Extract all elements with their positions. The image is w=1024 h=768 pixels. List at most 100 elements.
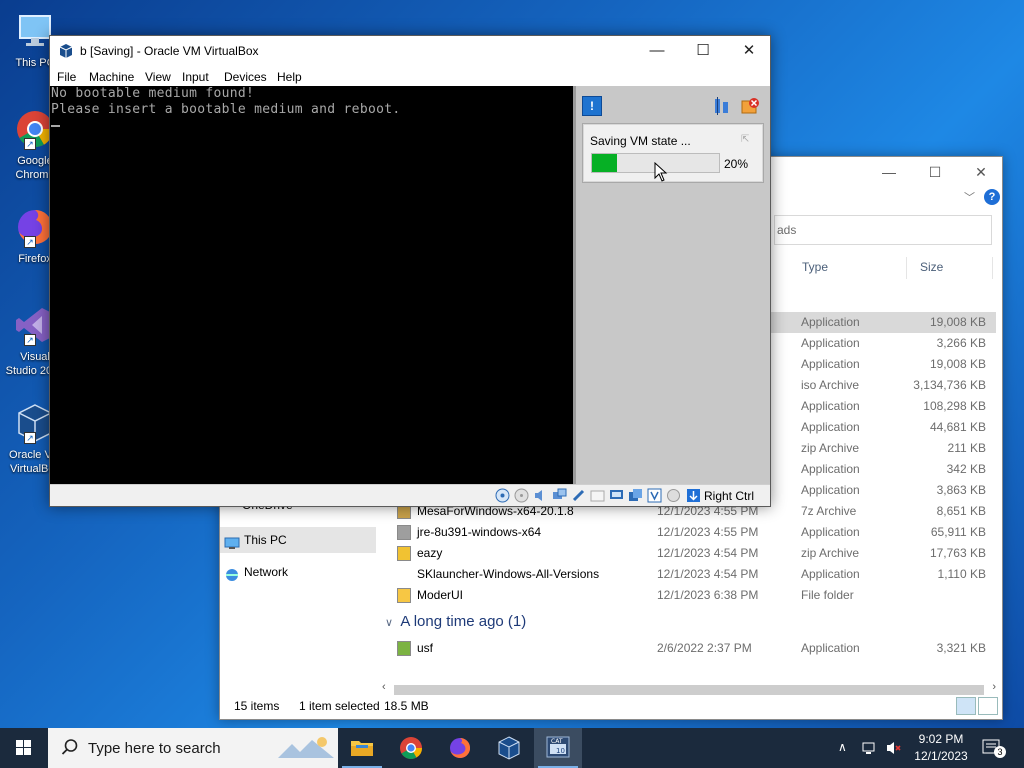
nav-item-label: This PC <box>244 533 287 547</box>
progress-notification: Saving VM state ... ⇱ 20% <box>582 123 764 183</box>
vm-display[interactable]: No bootable medium found! Please insert … <box>50 86 573 484</box>
mouse-integration-icon[interactable] <box>666 488 681 503</box>
console-line: No bootable medium found! <box>51 86 255 101</box>
search-icon <box>61 738 79 759</box>
window-title: b [Saving] - Oracle VM VirtualBox <box>80 44 259 58</box>
vm-titlebar[interactable]: b [Saving] - Oracle VM VirtualBox — ☐ ✕ <box>50 36 770 66</box>
details-view-icon[interactable] <box>956 697 976 715</box>
cell-type: Application <box>801 567 860 581</box>
folder-icon <box>397 588 411 603</box>
nav-item-label: Network <box>244 565 289 579</box>
cell-size: 19,008 KB <box>929 315 986 329</box>
svg-text:10: 10 <box>556 747 565 755</box>
menu-input[interactable]: Input <box>182 70 209 84</box>
close-button[interactable]: ✕ <box>726 36 772 66</box>
cell-size: 65,911 KB <box>930 525 986 539</box>
action-center-icon[interactable]: 3 <box>982 738 1006 758</box>
taskbar-virtualbox-vm[interactable]: CAT 10 <box>534 728 582 768</box>
virtualization-icon[interactable] <box>647 488 662 503</box>
search-input[interactable]: ads <box>774 215 992 245</box>
cell-date: 2/6/2022 2:37 PM <box>657 641 752 655</box>
cell-name: eazy <box>417 546 443 560</box>
column-headers: Type Size <box>790 257 1002 279</box>
system-clock[interactable]: 9:02 PM 12/1/2023 <box>910 731 972 765</box>
status-bar: 15 items 1 item selected 18.5 MB <box>220 693 1002 719</box>
column-divider[interactable] <box>992 257 993 279</box>
menu-file[interactable]: File <box>57 70 76 84</box>
column-header-size[interactable]: Size <box>920 260 943 274</box>
taskbar-chrome[interactable] <box>387 728 435 768</box>
scroll-right-icon[interactable]: › <box>992 681 996 693</box>
audio-icon[interactable] <box>533 488 548 503</box>
maximize-button[interactable]: ☐ <box>912 157 958 187</box>
taskbar-search-box[interactable]: Type here to search <box>48 728 338 768</box>
maximize-button[interactable]: ☐ <box>680 36 726 66</box>
group-header[interactable]: ∨ A long time ago (1) <box>385 613 526 630</box>
notification-toggle-icon[interactable]: ! <box>582 96 602 116</box>
cell-type: zip Archive <box>801 441 860 455</box>
cell-date: 12/1/2023 4:55 PM <box>657 525 759 539</box>
cell-type: Application <box>801 525 860 539</box>
minimize-button[interactable]: — <box>634 36 680 66</box>
nav-item-this-pc[interactable]: This PC <box>220 527 376 553</box>
minimize-button[interactable]: — <box>866 157 912 187</box>
keyboard-capture-icon[interactable] <box>686 488 701 503</box>
progress-percent: 20% <box>724 157 749 171</box>
sort-icon[interactable] <box>712 96 732 116</box>
usb-icon[interactable] <box>571 488 586 503</box>
zip-icon <box>397 546 411 561</box>
chevron-down-icon[interactable]: ﹀ <box>964 189 975 205</box>
pin-icon[interactable]: ⇱ <box>741 134 751 145</box>
table-row[interactable]: jre-8u391-windows-x64 12/1/2023 4:55 PM Ap… <box>383 522 996 543</box>
usf-icon <box>397 641 411 656</box>
recording-icon[interactable] <box>628 488 643 503</box>
taskbar-file-explorer[interactable] <box>338 728 386 768</box>
table-row[interactable]: SKlauncher-Windows-All-Versions 12/1/2023… <box>383 564 996 585</box>
menu-devices[interactable]: Devices <box>224 70 267 84</box>
network-status-icon[interactable] <box>862 740 878 756</box>
volume-muted-icon[interactable] <box>886 740 902 756</box>
cell-date: 12/1/2023 4:54 PM <box>657 546 759 560</box>
menu-machine[interactable]: Machine <box>89 70 134 84</box>
installer-icon <box>397 525 411 540</box>
column-header-type[interactable]: Type <box>802 260 828 274</box>
scroll-left-icon[interactable]: ‹ <box>382 681 386 693</box>
cell-type: Application <box>801 336 860 350</box>
help-icon[interactable]: ? <box>984 189 1000 205</box>
optical-drive-icon[interactable] <box>514 488 529 503</box>
taskbar-virtualbox[interactable] <box>485 728 533 768</box>
virtualbox-cube-icon <box>498 736 520 760</box>
folder-icon <box>351 741 373 756</box>
vm-window-icon: CAT 10 <box>546 736 570 758</box>
app-icon <box>397 567 411 582</box>
cell-size: 17,763 KB <box>929 546 986 560</box>
shortcut-arrow-icon: ↗ <box>24 432 36 444</box>
large-icons-view-icon[interactable] <box>978 697 998 715</box>
cell-size: 3,266 KB <box>936 336 986 350</box>
cell-size: 8,651 KB <box>936 504 986 518</box>
start-button[interactable] <box>0 728 48 768</box>
table-row[interactable]: ModerUI 12/1/2023 6:38 PM File folder <box>383 585 996 606</box>
nav-item-network[interactable]: Network <box>220 559 376 585</box>
ribbon-row: ﹀ ? <box>770 187 1002 209</box>
network-adapter-icon[interactable] <box>552 488 567 503</box>
clock-time: 9:02 PM <box>918 732 964 746</box>
hard-disk-icon[interactable] <box>495 488 510 503</box>
cell-type: Application <box>801 483 860 497</box>
close-button[interactable]: ✕ <box>958 157 1004 187</box>
table-row[interactable]: usf 2/6/2022 2:37 PM Application 3,321 KB <box>383 638 996 659</box>
virtualbox-vm-window: b [Saving] - Oracle VM VirtualBox — ☐ ✕ … <box>49 35 771 507</box>
display-icon[interactable] <box>609 488 624 503</box>
menu-help[interactable]: Help <box>277 70 302 84</box>
clock-date: 12/1/2023 <box>914 749 968 763</box>
show-hidden-icons-icon[interactable]: ∧ <box>838 740 854 756</box>
clear-notifications-icon[interactable] <box>740 96 760 116</box>
menu-view[interactable]: View <box>145 70 171 84</box>
column-divider[interactable] <box>906 257 907 279</box>
table-row[interactable]: eazy 12/1/2023 4:54 PM zip Archive 17,763 K… <box>383 543 996 564</box>
chevron-down-icon: ∨ <box>385 617 394 629</box>
shared-folders-icon[interactable] <box>590 488 605 503</box>
taskbar-firefox[interactable] <box>436 728 484 768</box>
cell-type: Application <box>801 399 860 413</box>
taskbar: Type here to search CAT 10 ∧ 9:02 PM 12/1… <box>0 728 1024 768</box>
